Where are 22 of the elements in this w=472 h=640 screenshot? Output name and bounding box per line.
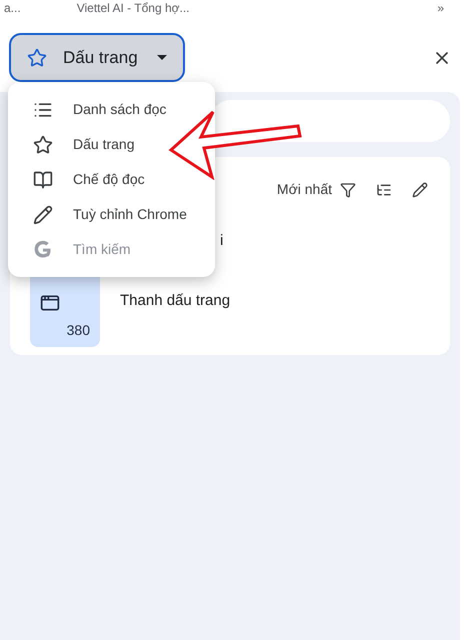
- folder-count: 380: [66, 320, 90, 340]
- bookmark-item[interactable]: a...: [4, 0, 21, 17]
- google-icon: [33, 240, 53, 260]
- window-icon: [40, 292, 60, 312]
- filter-icon: [340, 182, 356, 198]
- book-icon: [33, 170, 53, 190]
- list-view-icon[interactable]: [376, 182, 392, 198]
- bookmark-item[interactable]: Viettel AI - Tổng hợ...: [76, 0, 190, 17]
- menu-item[interactable]: Dấu trang: [8, 127, 215, 162]
- menu-item[interactable]: Tuỳ chỉnh Chrome: [8, 197, 215, 232]
- caret-icon: [157, 55, 167, 60]
- folder-label[interactable]: Thanh dấu trang: [120, 290, 230, 313]
- folder-label[interactable]: i: [220, 230, 224, 252]
- star-icon: [33, 134, 53, 154]
- menu-item[interactable]: Chế độ đọc: [8, 162, 215, 197]
- edit-icon[interactable]: [412, 182, 428, 198]
- pencil-icon: [33, 204, 53, 224]
- sort-button[interactable]: Mới nhất: [276, 179, 356, 200]
- overflow-chevron[interactable]: »: [437, 0, 444, 17]
- panel-switcher[interactable]: Dấu trang: [9, 33, 185, 82]
- star-icon: [27, 48, 47, 68]
- menu-item[interactable]: Danh sách đọc: [8, 92, 215, 127]
